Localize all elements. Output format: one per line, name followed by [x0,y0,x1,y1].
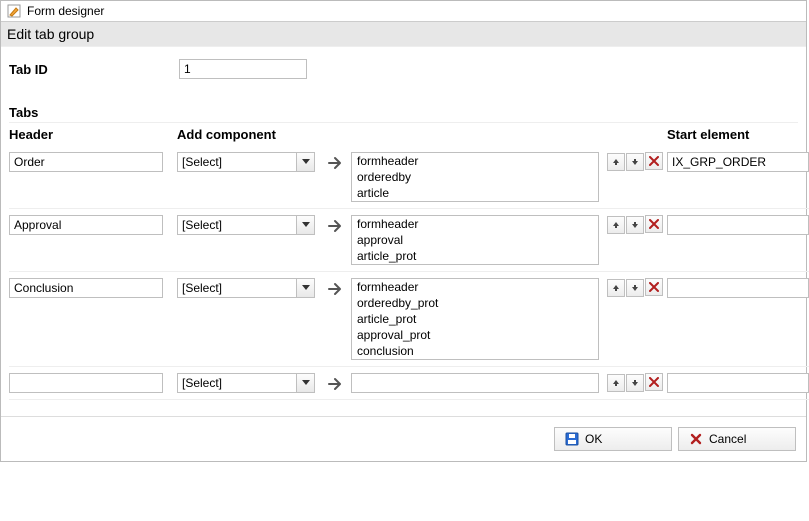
tabid-input[interactable] [179,59,307,79]
move-down-button[interactable] [626,153,644,171]
add-component-select-text: [Select] [178,281,296,295]
move-up-button[interactable] [607,153,625,171]
header-input[interactable] [9,215,163,235]
delete-button[interactable] [645,278,663,296]
chevron-down-icon[interactable] [296,216,314,234]
list-item[interactable]: formheader [352,216,598,232]
start-element-select[interactable] [667,278,809,298]
component-list[interactable]: formheaderorderedby_protarticle_protappr… [351,278,599,360]
table-row: [Select] formheaderapprovalarticle_prot [9,209,809,272]
col-start-element: Start element [667,127,809,146]
add-component-select[interactable]: [Select] [177,215,315,235]
col-add-component: Add component [177,127,327,146]
add-component-select-text: [Select] [178,376,296,390]
list-item[interactable]: approval_prot [352,327,598,343]
ok-button[interactable]: OK [554,427,672,451]
list-item[interactable]: orderedby_prot [352,295,598,311]
header-input[interactable] [9,278,163,298]
table-row: [Select] [9,367,809,400]
window-title: Form designer [27,4,104,18]
titlebar: Form designer [1,1,806,21]
delete-button[interactable] [645,215,663,233]
cancel-label: Cancel [709,432,746,446]
chevron-down-icon[interactable] [296,374,314,392]
arrow-right-icon[interactable] [327,217,345,235]
move-down-button[interactable] [626,216,644,234]
save-icon [565,432,579,446]
tabid-label: Tab ID [9,62,179,77]
start-element-select[interactable]: IX_GRP_ORDER [667,152,809,172]
window-frame: Form designer Edit tab group Tab ID Tabs… [0,0,807,462]
list-item[interactable]: article_prot [352,248,598,264]
move-up-button[interactable] [607,216,625,234]
add-component-select[interactable]: [Select] [177,278,315,298]
arrow-right-icon[interactable] [327,280,345,298]
tabs-table: Header Add component Start element [Sele… [9,127,809,400]
component-list[interactable] [351,373,599,393]
header-input[interactable] [9,152,163,172]
move-up-button[interactable] [607,279,625,297]
arrow-right-icon[interactable] [327,154,345,172]
list-item[interactable]: orderedby [352,169,598,185]
move-down-button[interactable] [626,374,644,392]
list-item[interactable]: conclusion [352,343,598,359]
delete-button[interactable] [645,373,663,391]
cancel-icon [689,432,703,446]
chevron-down-icon[interactable] [296,153,314,171]
list-item[interactable]: formheader [352,153,598,169]
add-component-select[interactable]: [Select] [177,152,315,172]
start-element-select[interactable] [667,373,809,393]
panel-title: Edit tab group [1,21,806,47]
list-item[interactable]: formheader [352,279,598,295]
content-area: Tab ID Tabs Header Add component Start e… [1,47,806,416]
start-element-select-text: IX_GRP_ORDER [668,155,808,169]
component-list[interactable]: formheaderapprovalarticle_prot [351,215,599,265]
dialog-footer: OK Cancel [1,416,806,461]
move-down-button[interactable] [626,279,644,297]
ok-label: OK [585,432,602,446]
start-element-select[interactable] [667,215,809,235]
header-input[interactable] [9,373,163,393]
table-row: [Select] formheaderorderedby_protarticle_… [9,272,809,367]
list-item[interactable]: approval [352,232,598,248]
add-component-select[interactable]: [Select] [177,373,315,393]
form-designer-icon [7,4,21,18]
list-item[interactable]: article [352,185,598,201]
add-component-select-text: [Select] [178,218,296,232]
tabs-section-label: Tabs [9,105,798,123]
move-up-button[interactable] [607,374,625,392]
add-component-select-text: [Select] [178,155,296,169]
chevron-down-icon[interactable] [296,279,314,297]
cancel-button[interactable]: Cancel [678,427,796,451]
list-item[interactable]: article_prot [352,311,598,327]
delete-button[interactable] [645,152,663,170]
arrow-right-icon[interactable] [327,375,345,393]
table-row: [Select] formheaderorderedbyarticle IX_GRP… [9,146,809,209]
component-list[interactable]: formheaderorderedbyarticle [351,152,599,202]
col-header: Header [9,127,177,146]
